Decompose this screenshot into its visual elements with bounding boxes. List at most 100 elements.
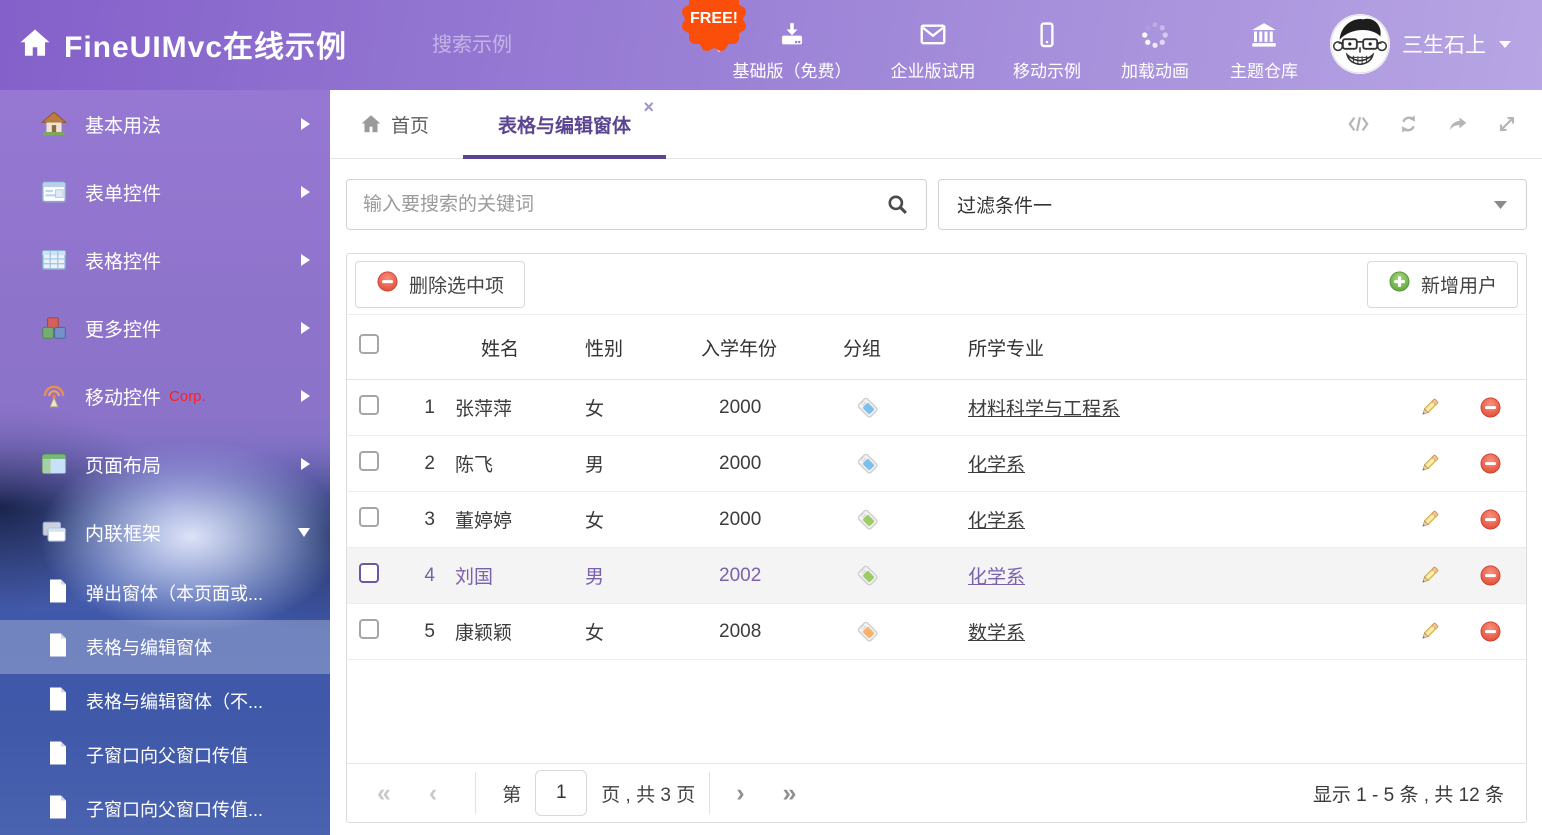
edit-button[interactable] — [1404, 564, 1454, 587]
row-checkbox[interactable] — [359, 507, 379, 527]
row-checkbox[interactable] — [359, 619, 379, 639]
major-link[interactable]: 化学系 — [968, 455, 1025, 476]
grid-empty-space — [347, 660, 1526, 763]
tab-bar: 首页 表格与编辑窗体 × — [330, 90, 1542, 159]
delete-row-button[interactable] — [1454, 452, 1526, 475]
edit-button[interactable] — [1404, 452, 1454, 475]
row-checkbox[interactable] — [359, 395, 379, 415]
nav-basic-free[interactable]: 基础版（免费） — [727, 20, 857, 82]
nav-theme-repo[interactable]: 主题仓库 — [1199, 20, 1329, 82]
share-icon[interactable] — [1446, 113, 1470, 135]
page-number-input[interactable] — [535, 770, 587, 816]
sidebar-item-mobile-controls[interactable]: 移动控件 Corp. — [0, 362, 330, 430]
sidebar-subitem-child-to-parent-2[interactable]: 子窗口向父窗口传值... — [0, 782, 330, 835]
table-row[interactable]: 5 康颖颖 女 2008 数学系 — [347, 604, 1526, 660]
major-link[interactable]: 化学系 — [968, 511, 1025, 532]
edit-button[interactable] — [1404, 620, 1454, 643]
cell-year: 2000 — [693, 509, 843, 531]
sidebar-subitem-child-to-parent[interactable]: 子窗口向父窗口传值 — [0, 728, 330, 782]
layout-icon — [40, 450, 68, 478]
column-header-name[interactable]: 姓名 — [435, 334, 585, 361]
sidebar-subitem-grid-edit-window-2[interactable]: 表格与编辑窗体（不... — [0, 674, 330, 728]
row-number: 3 — [397, 509, 435, 531]
chevron-down-icon — [1498, 39, 1512, 49]
minus-circle-icon — [376, 270, 399, 299]
add-user-button[interactable]: 新增用户 — [1367, 261, 1518, 308]
user-name: 三生石上 — [1402, 29, 1486, 59]
home-icon — [360, 113, 382, 135]
delete-row-button[interactable] — [1454, 508, 1526, 531]
tag-icon — [843, 507, 968, 533]
tag-icon — [843, 563, 968, 589]
row-checkbox[interactable] — [359, 563, 379, 583]
delete-row-button[interactable] — [1454, 564, 1526, 587]
delete-selected-label: 删除选中项 — [409, 271, 504, 298]
delete-selected-button[interactable]: 删除选中项 — [355, 261, 525, 308]
keyword-search — [346, 179, 927, 230]
header-search — [430, 26, 635, 64]
table-row-selected[interactable]: 4 刘国 男 2002 化学系 — [347, 548, 1526, 604]
grid-toolbar: 删除选中项 新增用户 — [347, 254, 1526, 315]
download-icon — [727, 20, 857, 52]
filter-dropdown[interactable]: 过滤条件一 — [938, 179, 1527, 230]
sidebar: 基本用法 表单控件 表格控件 更多控件 移动控件 Corp. 页面布局 — [0, 90, 330, 835]
nav-label: 企业版试用 — [868, 57, 998, 82]
sidebar-item-more-controls[interactable]: 更多控件 — [0, 294, 330, 362]
row-checkbox[interactable] — [359, 451, 379, 471]
delete-row-button[interactable] — [1454, 620, 1526, 643]
select-all-checkbox[interactable] — [359, 334, 379, 354]
code-icon[interactable] — [1346, 113, 1371, 135]
frames-icon — [40, 518, 68, 546]
sidebar-item-grid-controls[interactable]: 表格控件 — [0, 226, 330, 294]
nav-enterprise-trial[interactable]: 企业版试用 — [868, 20, 998, 82]
table-row[interactable]: 1 张萍萍 女 2000 材料科学与工程系 — [347, 380, 1526, 436]
refresh-icon[interactable] — [1397, 113, 1420, 135]
table-icon — [40, 246, 68, 274]
expand-icon[interactable] — [1496, 113, 1518, 135]
edit-button[interactable] — [1404, 508, 1454, 531]
sidebar-item-iframe[interactable]: 内联框架 — [0, 498, 330, 566]
tab-home[interactable]: 首页 — [360, 111, 429, 138]
cell-name: 陈飞 — [435, 450, 585, 477]
sidebar-item-label: 表单控件 — [85, 179, 161, 206]
major-link[interactable]: 材料科学与工程系 — [968, 399, 1120, 420]
first-page-button[interactable]: « — [377, 781, 391, 806]
column-header-major[interactable]: 所学专业 — [968, 334, 1404, 361]
pager-divider — [475, 772, 476, 814]
home-icon[interactable] — [18, 26, 52, 65]
header-search-input[interactable] — [430, 33, 699, 58]
edit-button[interactable] — [1404, 396, 1454, 419]
nav-label: 基础版（免费） — [727, 57, 857, 82]
sidebar-item-page-layout[interactable]: 页面布局 — [0, 430, 330, 498]
cell-year: 2008 — [693, 621, 843, 643]
tab-grid-edit-window[interactable]: 表格与编辑窗体 × — [463, 90, 666, 158]
pager-divider — [709, 772, 710, 814]
cell-name: 董婷婷 — [435, 506, 585, 533]
prev-page-button[interactable]: ‹ — [429, 781, 437, 806]
major-link[interactable]: 数学系 — [968, 623, 1025, 644]
page-icon — [46, 686, 70, 717]
sidebar-subitem-popup-window[interactable]: 弹出窗体（本页面或... — [0, 566, 330, 620]
table-row[interactable]: 2 陈飞 男 2000 化学系 — [347, 436, 1526, 492]
column-header-group[interactable]: 分组 — [843, 334, 968, 361]
keyword-search-input[interactable] — [347, 193, 885, 217]
tag-icon — [843, 619, 968, 645]
column-header-gender[interactable]: 性别 — [585, 334, 693, 361]
last-page-button[interactable]: » — [783, 781, 797, 806]
column-header-year[interactable]: 入学年份 — [693, 334, 843, 361]
cell-year: 2002 — [693, 565, 843, 587]
sidebar-subitem-grid-edit-window[interactable]: 表格与编辑窗体 — [0, 620, 330, 674]
sidebar-item-form-controls[interactable]: 表单控件 — [0, 158, 330, 226]
sidebar-item-basic-usage[interactable]: 基本用法 — [0, 90, 330, 158]
cell-year: 2000 — [693, 397, 843, 419]
page-icon — [46, 740, 70, 771]
sidebar-subitem-label: 表格与编辑窗体 — [86, 634, 212, 660]
table-row[interactable]: 3 董婷婷 女 2000 化学系 — [347, 492, 1526, 548]
search-icon[interactable] — [885, 192, 911, 218]
close-icon[interactable]: × — [644, 98, 655, 116]
major-link[interactable]: 化学系 — [968, 567, 1025, 588]
next-page-button[interactable]: › — [736, 781, 744, 806]
cell-gender: 男 — [585, 562, 693, 589]
user-menu[interactable]: 三生石上 — [1330, 14, 1512, 74]
delete-row-button[interactable] — [1454, 396, 1526, 419]
